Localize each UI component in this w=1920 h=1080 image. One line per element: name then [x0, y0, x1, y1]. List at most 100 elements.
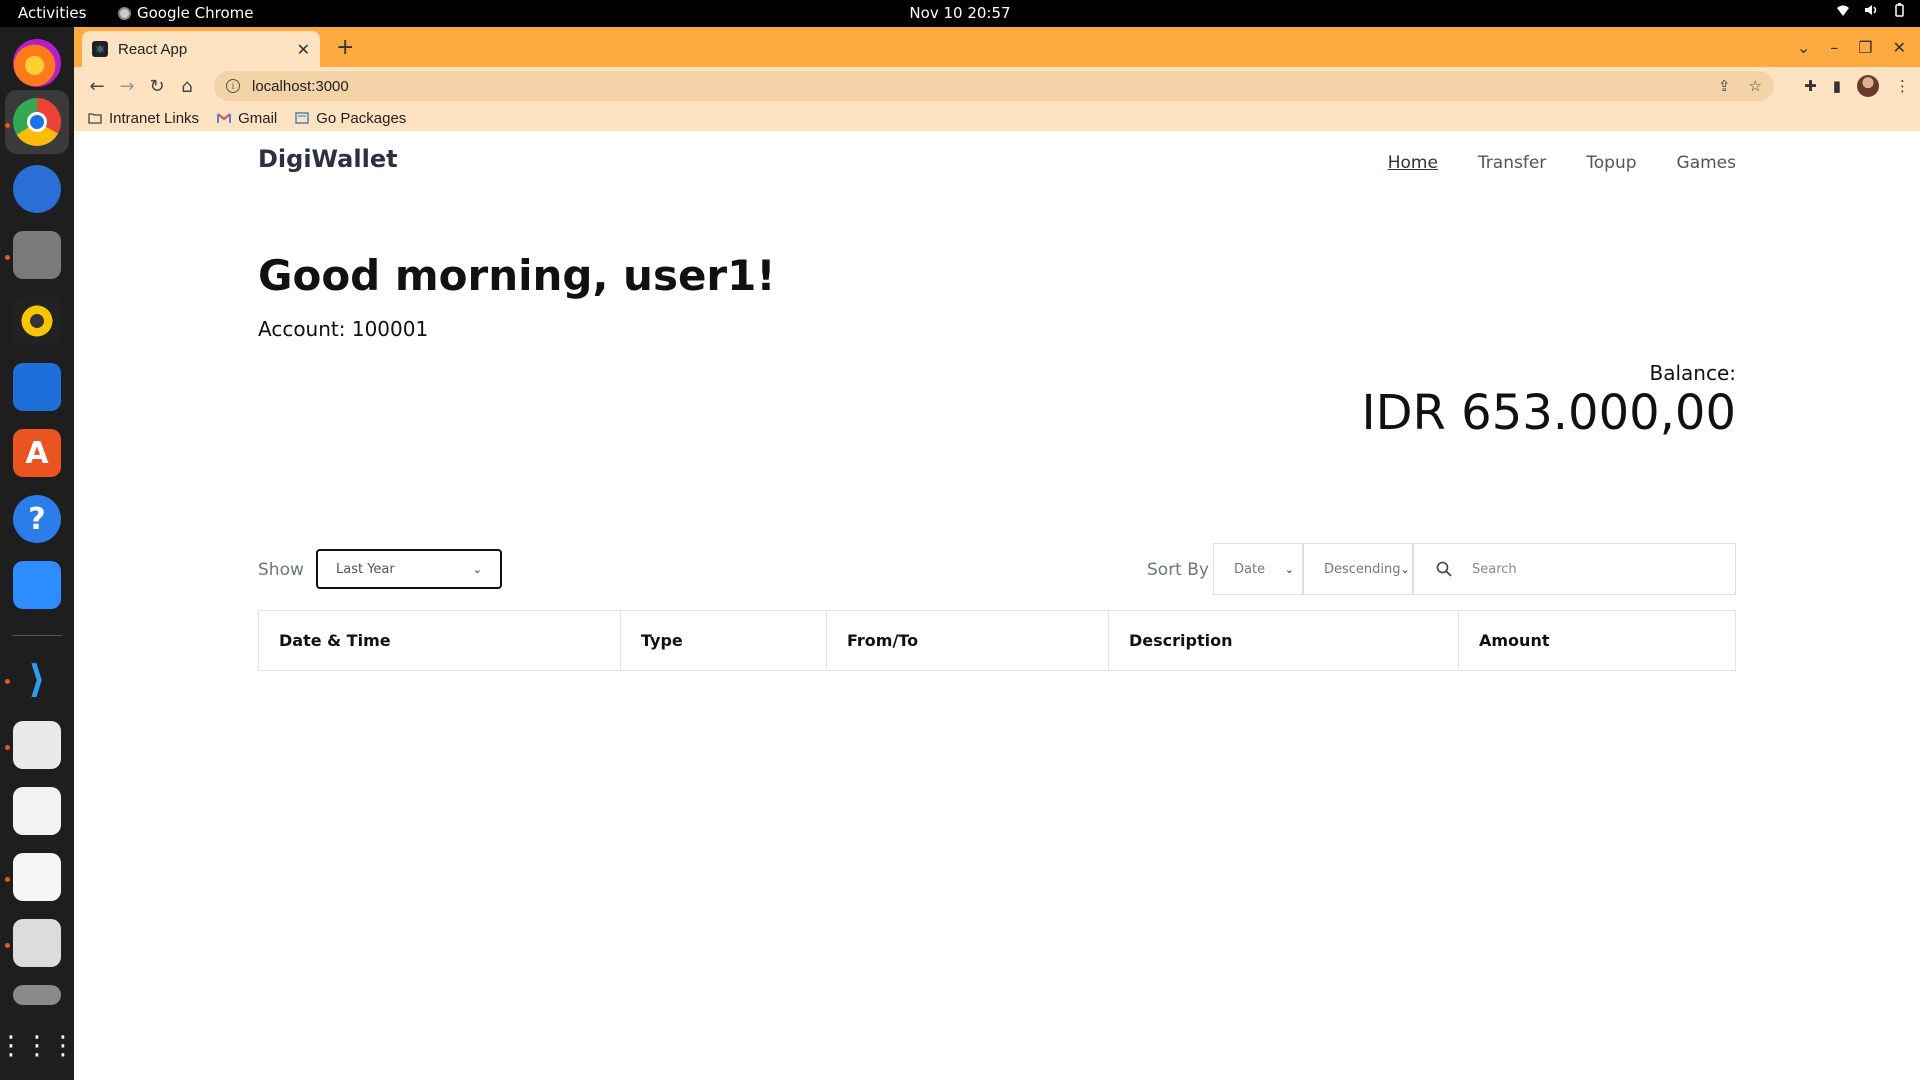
help-icon[interactable]: ? [13, 495, 61, 543]
home-icon[interactable]: ⌂ [174, 73, 200, 99]
extensions-icon[interactable]: ✚ [1804, 77, 1817, 95]
bookmark-label: Gmail [238, 109, 278, 127]
bookmarks-bar: Intranet Links Gmail Go Packages [74, 105, 1920, 131]
search-input[interactable]: Search [1472, 562, 1517, 577]
period-select[interactable]: Last Year ⌄ [316, 549, 502, 589]
folder-icon [88, 113, 102, 124]
sort-order-select[interactable]: Descending ⌄ [1303, 543, 1413, 595]
bookmark-label: Go Packages [316, 109, 407, 127]
dock: A ? ⟩ ⋮⋮⋮ [0, 27, 76, 1080]
image-viewer-icon[interactable] [13, 919, 61, 967]
period-select-value: Last Year [336, 561, 395, 577]
nav-games[interactable]: Games [1677, 153, 1736, 173]
toolbar-actions: ✚ ▮ ⋮ [1804, 75, 1910, 97]
menu-icon[interactable]: ⋮ [1895, 77, 1910, 95]
document-viewer-icon[interactable] [13, 721, 61, 769]
transactions-table: Date & Time Type From/To Description Amo… [258, 610, 1736, 671]
go-packages-icon [295, 112, 309, 124]
chevron-down-icon: ⌄ [472, 562, 482, 576]
close-window-icon[interactable]: ✕ [1893, 38, 1906, 57]
volume-icon [1865, 5, 1877, 15]
browser-window: ⚛ React App ✕ + ⌄ – ❐ ✕ ← → ↻ ⌂ i localh… [74, 27, 1920, 131]
writer-icon[interactable] [13, 363, 61, 411]
sort-field-value: Date [1234, 561, 1266, 577]
tab-react-app[interactable]: ⚛ React App ✕ [82, 31, 320, 67]
greeting-heading: Good morning, user1! [258, 251, 776, 300]
gmail-icon [217, 113, 232, 123]
bookmark-label: Intranet Links [109, 109, 200, 127]
chevron-down-icon: ⌄ [1400, 562, 1410, 576]
account-number: Account: 100001 [258, 317, 429, 341]
main-nav: Home Transfer Topup Games [1388, 153, 1736, 173]
reload-icon[interactable]: ↻ [144, 73, 170, 99]
dock-separator [12, 635, 62, 636]
system-top-bar: Activities Google Chrome Nov 10 20:57 [0, 0, 1920, 27]
show-label: Show [258, 560, 304, 580]
nav-topup[interactable]: Topup [1586, 153, 1636, 173]
chevron-down-icon: ⌄ [1284, 562, 1294, 576]
bookmark-gmail[interactable]: Gmail [217, 110, 277, 127]
sort-by-label: Sort By [1147, 560, 1209, 580]
nav-home[interactable]: Home [1388, 153, 1438, 173]
web-page: DigiWallet Home Transfer Topup Games Goo… [74, 131, 1920, 1080]
browser-toolbar: ← → ↻ ⌂ i localhost:3000 ⇪ ☆ ✚ ▮ ⋮ [74, 67, 1920, 105]
new-tab-icon[interactable]: + [336, 35, 354, 60]
close-tab-icon[interactable]: ✕ [297, 40, 310, 59]
running-indicator [5, 745, 10, 750]
search-icon [1436, 561, 1452, 577]
running-indicator [5, 255, 10, 260]
clock[interactable]: Nov 10 20:57 [0, 4, 1920, 22]
tab-title: React App [118, 40, 188, 58]
column-header-from-to: From/To [826, 610, 1109, 671]
sort-order-value: Descending [1324, 561, 1401, 577]
search-field[interactable]: Search [1413, 543, 1736, 595]
settings-icon[interactable] [13, 985, 61, 1005]
column-header-date-time: Date & Time [258, 610, 621, 671]
sort-field-select[interactable]: Date ⌄ [1213, 543, 1303, 595]
gimp-icon[interactable] [13, 787, 61, 835]
tab-strip: ⚛ React App ✕ + ⌄ – ❐ ✕ [74, 27, 1920, 67]
bookmark-go-packages[interactable]: Go Packages [295, 110, 406, 127]
rhythmbox-icon[interactable] [13, 297, 61, 345]
zoom-icon[interactable] [13, 561, 61, 609]
maximize-icon[interactable]: ❐ [1858, 38, 1872, 57]
share-icon[interactable]: ⇪ [1718, 77, 1731, 95]
chrome-dock-icon[interactable] [13, 98, 61, 146]
files-icon[interactable] [13, 231, 61, 279]
url-text: localhost:3000 [252, 77, 349, 95]
battery-icon [1895, 3, 1904, 17]
profile-avatar[interactable] [1857, 75, 1879, 97]
window-controls: ⌄ – ❐ ✕ [1797, 27, 1920, 67]
bookmark-intranet-links[interactable]: Intranet Links [88, 110, 199, 127]
transaction-filters: Show Last Year ⌄ Sort By Date ⌄ Descendi… [258, 543, 1736, 595]
text-editor-icon[interactable] [13, 853, 61, 901]
react-icon: ⚛ [92, 41, 108, 57]
column-header-type: Type [620, 610, 827, 671]
firefox-icon[interactable] [13, 39, 61, 87]
app-center-icon[interactable]: A [13, 429, 61, 477]
balance-value: IDR 653.000,00 [1361, 385, 1736, 441]
bookmark-star-icon[interactable]: ☆ [1749, 77, 1762, 95]
brand-logo[interactable]: DigiWallet [258, 145, 398, 173]
side-panel-icon[interactable]: ▮ [1833, 77, 1841, 95]
tab-search-icon[interactable]: ⌄ [1797, 38, 1810, 57]
vscode-icon[interactable]: ⟩ [13, 655, 61, 703]
table-header-row: Date & Time Type From/To Description Amo… [258, 610, 1736, 671]
site-info-icon[interactable]: i [226, 79, 240, 93]
column-header-amount: Amount [1458, 610, 1736, 671]
thunderbird-icon[interactable] [13, 165, 61, 213]
network-icon [1837, 5, 1849, 16]
page-container: DigiWallet Home Transfer Topup Games Goo… [258, 131, 1736, 1080]
balance-label: Balance: [1649, 361, 1736, 385]
show-apps-icon[interactable]: ⋮⋮⋮ [0, 1022, 76, 1070]
running-indicator [5, 679, 10, 684]
running-indicator [5, 877, 10, 882]
system-tray[interactable] [1836, 3, 1906, 17]
running-indicator [5, 123, 10, 128]
column-header-description: Description [1108, 610, 1459, 671]
address-bar[interactable]: i localhost:3000 ⇪ ☆ [214, 71, 1774, 101]
minimize-icon[interactable]: – [1830, 38, 1838, 57]
forward-icon[interactable]: → [114, 73, 140, 99]
nav-transfer[interactable]: Transfer [1478, 153, 1546, 173]
back-icon[interactable]: ← [84, 73, 110, 99]
